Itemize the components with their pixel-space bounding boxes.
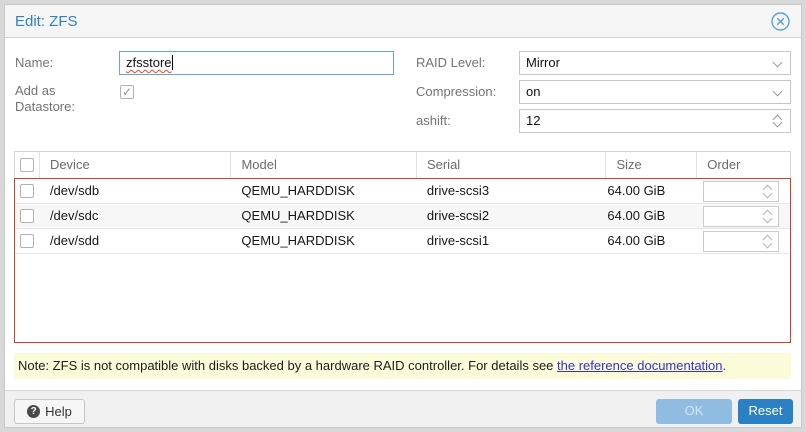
help-button[interactable]: ? Help [14, 399, 85, 424]
select-all-checkbox[interactable] [20, 158, 34, 172]
help-button-label: Help [45, 400, 72, 424]
raid-level-label: RAID Level: [416, 55, 485, 71]
cell-model: QEMU_HARDDISK [231, 204, 417, 228]
disk-table-header: Device Model Serial Size Order [14, 151, 791, 178]
row-checkbox[interactable] [20, 234, 34, 248]
table-row[interactable]: /dev/sdb QEMU_HARDDISK drive-scsi3 64.00… [15, 179, 790, 204]
chevron-down-icon[interactable] [773, 58, 783, 68]
column-header-order[interactable]: Order [697, 152, 790, 178]
close-icon[interactable] [771, 12, 790, 31]
cell-serial: drive-scsi1 [417, 229, 607, 253]
add-datastore-checkbox[interactable]: ✓ [120, 85, 134, 99]
cell-size: 64.00 GiB [606, 229, 697, 253]
edit-zfs-dialog: Edit: ZFS Name: zfsstore Add as Datastor… [0, 0, 806, 432]
raid-level-select[interactable]: Mirror [519, 51, 791, 75]
order-spinner[interactable] [703, 206, 779, 227]
row-checkbox[interactable] [20, 209, 34, 223]
dialog-footer: ? Help OK Reset [5, 390, 801, 427]
add-datastore-label: Add as Datastore: [15, 83, 87, 115]
row-checkbox[interactable] [20, 184, 34, 198]
column-header-serial[interactable]: Serial [417, 152, 607, 178]
name-input-value: zfsstore [126, 55, 172, 70]
cell-size: 64.00 GiB [606, 204, 697, 228]
compression-label: Compression: [416, 84, 496, 100]
table-row[interactable]: /dev/sdd QEMU_HARDDISK drive-scsi1 64.00… [15, 229, 790, 254]
cell-device: /dev/sdb [40, 179, 231, 203]
cell-serial: drive-scsi3 [417, 179, 607, 203]
ashift-value: 12 [526, 113, 540, 128]
column-header-size[interactable]: Size [606, 152, 697, 178]
zfs-note: Note: ZFS is not compatible with disks b… [14, 353, 791, 379]
column-header-model[interactable]: Model [231, 152, 417, 178]
select-all-cell [15, 152, 40, 178]
question-circle-icon: ? [27, 405, 40, 418]
raid-level-value: Mirror [526, 55, 560, 70]
cell-size: 64.00 GiB [606, 179, 697, 203]
ashift-spinner[interactable]: 12 [519, 109, 791, 133]
compression-select[interactable]: on [519, 80, 791, 104]
dialog-title: Edit: ZFS [15, 13, 78, 30]
reference-documentation-link[interactable]: the reference documentation [557, 358, 723, 373]
note-text: Note: ZFS is not compatible with disks b… [18, 358, 557, 373]
compression-value: on [526, 84, 540, 99]
ok-button[interactable]: OK [656, 399, 732, 424]
cell-serial: drive-scsi2 [417, 204, 607, 228]
table-row[interactable]: /dev/sdc QEMU_HARDDISK drive-scsi2 64.00… [15, 204, 790, 229]
column-header-device[interactable]: Device [40, 152, 232, 178]
disk-table-body: /dev/sdb QEMU_HARDDISK drive-scsi3 64.00… [14, 178, 791, 343]
order-spinner[interactable] [703, 181, 779, 202]
cell-model: QEMU_HARDDISK [231, 179, 417, 203]
chevron-down-icon[interactable] [773, 87, 783, 97]
text-caret [172, 55, 173, 70]
dialog-titlebar: Edit: ZFS [5, 5, 801, 38]
reset-button[interactable]: Reset [738, 399, 793, 424]
cell-model: QEMU_HARDDISK [231, 229, 417, 253]
cell-device: /dev/sdc [40, 204, 231, 228]
order-spinner[interactable] [703, 231, 779, 252]
check-icon: ✓ [122, 86, 132, 98]
cell-device: /dev/sdd [40, 229, 231, 253]
note-suffix: . [723, 358, 727, 373]
name-label: Name: [15, 55, 53, 71]
name-input[interactable]: zfsstore [119, 51, 394, 75]
ashift-label: ashift: [416, 113, 451, 129]
